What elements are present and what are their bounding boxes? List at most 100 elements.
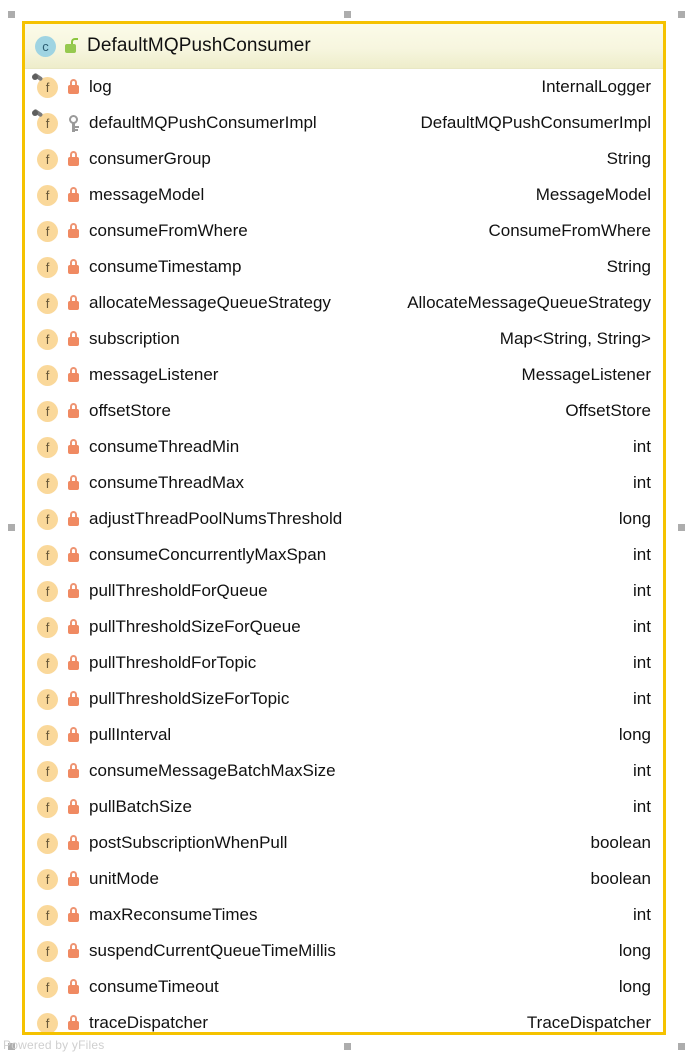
padlock-closed-icon: [67, 654, 80, 672]
member-type-label: InternalLogger: [541, 77, 651, 96]
field-icon: f: [37, 184, 58, 206]
member-type-label: int: [633, 689, 651, 708]
diagram-canvas[interactable]: c DefaultMQPushConsumer f log InternalLogg…: [0, 0, 690, 1058]
field-icon: f: [37, 220, 58, 242]
member-type-label: long: [618, 977, 651, 996]
padlock-closed-icon: [67, 726, 80, 744]
field-icon: f: [37, 940, 58, 962]
padlock-closed-icon: [67, 690, 80, 708]
field-icon: f: [37, 688, 58, 710]
member-type-label: int: [633, 437, 651, 456]
uml-member-row[interactable]: f defaultMQPushConsumerImpl DefaultMQPushC…: [25, 105, 663, 141]
padlock-closed-icon: [67, 294, 80, 312]
field-icon: f: [37, 544, 58, 566]
uml-member-row[interactable]: f consumeConcurrentlyMaxSpan int: [25, 537, 663, 573]
uml-member-row[interactable]: f consumeTimeout long: [25, 969, 663, 1005]
member-type-label: boolean: [590, 833, 651, 852]
uml-member-row[interactable]: f consumeThreadMin int: [25, 429, 663, 465]
uml-member-row[interactable]: f messageModel MessageModel: [25, 177, 663, 213]
member-name-label: messageListener: [89, 365, 219, 384]
field-icon: f: [37, 868, 58, 890]
field-static-icon: f: [32, 73, 58, 98]
uml-member-row[interactable]: f pullThresholdForQueue int: [25, 573, 663, 609]
member-name-label: pullThresholdForQueue: [89, 581, 268, 600]
member-type-label: String: [606, 257, 651, 276]
uml-member-row[interactable]: f pullBatchSize int: [25, 789, 663, 825]
padlock-closed-icon: [67, 618, 80, 636]
field-icon: f: [37, 472, 58, 494]
member-type-label: int: [633, 581, 651, 600]
member-type-label: int: [633, 473, 651, 492]
member-type-label: long: [618, 509, 651, 528]
member-name-label: traceDispatcher: [89, 1013, 209, 1032]
uml-member-row[interactable]: f maxReconsumeTimes int: [25, 897, 663, 933]
field-icon: f: [37, 976, 58, 998]
uml-member-row[interactable]: f postSubscriptionWhenPull boolean: [25, 825, 663, 861]
padlock-closed-icon: [67, 150, 80, 168]
member-type-label: int: [633, 617, 651, 636]
uml-member-row[interactable]: f messageListener MessageListener: [25, 357, 663, 393]
handle-middle-right[interactable]: [678, 524, 685, 531]
uml-member-row[interactable]: f consumeMessageBatchMaxSize int: [25, 753, 663, 789]
member-name-label: consumeTimeout: [89, 977, 219, 996]
handle-top-right[interactable]: [678, 11, 685, 18]
class-icon: c: [35, 35, 56, 57]
uml-member-row[interactable]: f pullThresholdSizeForTopic int: [25, 681, 663, 717]
field-icon: f: [37, 256, 58, 278]
member-name-label: subscription: [89, 329, 180, 348]
member-type-label: long: [618, 725, 651, 744]
member-name-label: suspendCurrentQueueTimeMillis: [89, 941, 336, 960]
field-icon: f: [37, 904, 58, 926]
member-type-label: OffsetStore: [565, 401, 651, 420]
uml-class-node[interactable]: c DefaultMQPushConsumer f log InternalLogg…: [22, 21, 666, 1035]
handle-bottom-right[interactable]: [678, 1043, 685, 1050]
handle-top-center[interactable]: [344, 11, 351, 18]
uml-member-row[interactable]: f log InternalLogger: [25, 69, 663, 105]
member-name-label: pullInterval: [89, 725, 172, 744]
field-icon: f: [37, 724, 58, 746]
member-name-label: consumerGroup: [89, 149, 211, 168]
uml-member-row[interactable]: f consumeThreadMax int: [25, 465, 663, 501]
uml-member-row[interactable]: f offsetStore OffsetStore: [25, 393, 663, 429]
uml-member-row[interactable]: f consumerGroup String: [25, 141, 663, 177]
member-name-label: pullThresholdSizeForTopic: [89, 689, 290, 708]
member-type-label: ConsumeFromWhere: [488, 221, 652, 240]
uml-member-row[interactable]: f unitMode boolean: [25, 861, 663, 897]
uml-member-row[interactable]: f consumeFromWhere ConsumeFromWhere: [25, 213, 663, 249]
member-type-label: boolean: [590, 869, 651, 888]
padlock-closed-icon: [67, 1014, 80, 1032]
uml-member-row[interactable]: f pullThresholdForTopic int: [25, 645, 663, 681]
uml-member-row[interactable]: f traceDispatcher TraceDispatcher: [25, 1005, 663, 1032]
key-icon: [67, 114, 80, 132]
padlock-closed-icon: [67, 798, 80, 816]
member-name-label: consumeConcurrentlyMaxSpan: [89, 545, 327, 564]
member-name-label: pullThresholdForTopic: [89, 653, 257, 672]
uml-member-list: f log InternalLogger f defaultMQPushConsumer…: [25, 69, 663, 1032]
class-name-label: DefaultMQPushConsumer: [87, 35, 311, 56]
uml-member-row[interactable]: f consumeTimestamp String: [25, 249, 663, 285]
member-name-label: log: [89, 77, 112, 96]
uml-member-row[interactable]: f adjustThreadPoolNumsThreshold long: [25, 501, 663, 537]
field-static-icon: f: [32, 109, 58, 134]
member-type-label: MessageModel: [535, 185, 651, 204]
uml-member-row[interactable]: f allocateMessageQueueStrategy AllocateMes…: [25, 285, 663, 321]
field-icon: f: [37, 328, 58, 350]
member-name-label: offsetStore: [89, 401, 171, 420]
handle-top-left[interactable]: [8, 11, 15, 18]
padlock-closed-icon: [67, 438, 80, 456]
handle-middle-left[interactable]: [8, 524, 15, 531]
uml-member-row[interactable]: f pullThresholdSizeForQueue int: [25, 609, 663, 645]
uml-member-row[interactable]: f subscription Map<String, String>: [25, 321, 663, 357]
uml-member-row[interactable]: f suspendCurrentQueueTimeMillis long: [25, 933, 663, 969]
padlock-closed-icon: [67, 834, 80, 852]
uml-class-header[interactable]: c DefaultMQPushConsumer: [25, 24, 663, 69]
field-icon: f: [37, 760, 58, 782]
field-icon: f: [37, 364, 58, 386]
member-type-label: int: [633, 653, 651, 672]
yfiles-watermark: Powered by yFiles: [3, 1038, 105, 1052]
field-icon: f: [37, 616, 58, 638]
padlock-closed-icon: [67, 258, 80, 276]
padlock-closed-icon: [67, 402, 80, 420]
handle-bottom-center[interactable]: [344, 1043, 351, 1050]
uml-member-row[interactable]: f pullInterval long: [25, 717, 663, 753]
